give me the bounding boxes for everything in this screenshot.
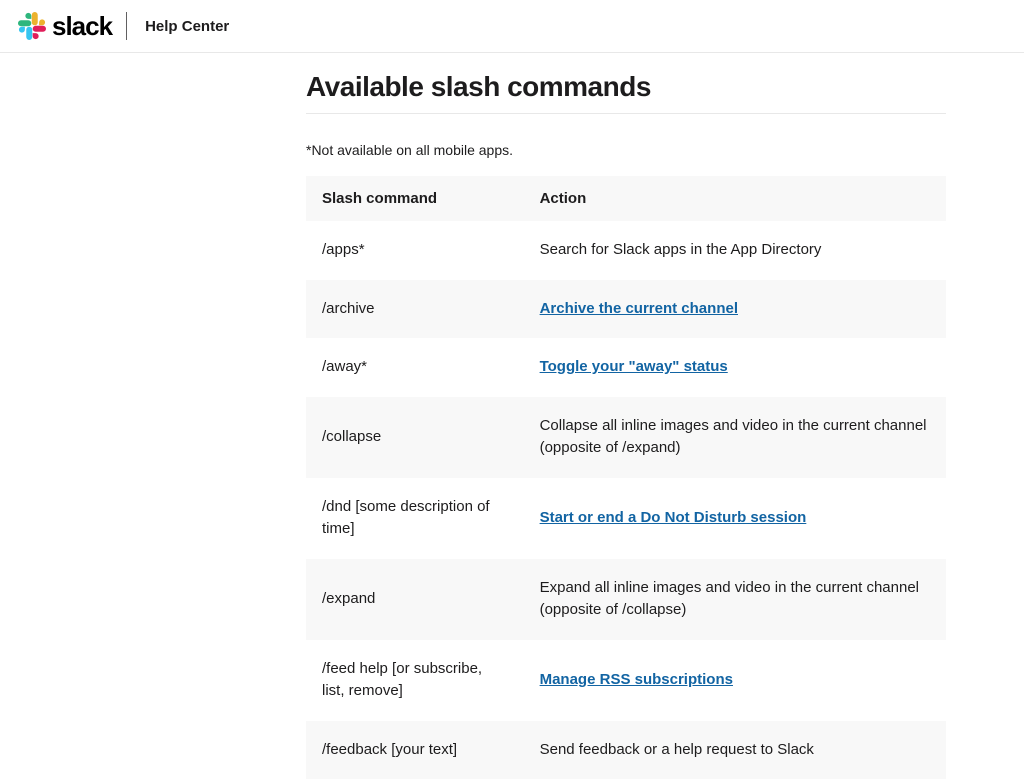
table-row: /feedback [your text]Send feedback or a … <box>306 721 946 779</box>
slack-logo[interactable]: slack <box>18 11 112 42</box>
table-row: /dnd [some description of time] Start or … <box>306 478 946 559</box>
main-content: Available slash commands *Not available … <box>306 53 946 779</box>
action-link[interactable]: Archive the current channel <box>540 300 738 317</box>
table-row: /feed help [or subscribe, list, remove] M… <box>306 640 946 721</box>
table-row: /archive Archive the current channel <box>306 280 946 339</box>
command-cell: /archive <box>306 280 524 339</box>
command-cell: /away* <box>306 338 524 397</box>
table-row: /collapseCollapse all inline images and … <box>306 397 946 478</box>
command-cell: /feed help [or subscribe, list, remove] <box>306 640 524 721</box>
page-title: Available slash commands <box>306 71 946 114</box>
table-row: /apps*Search for Slack apps in the App D… <box>306 221 946 280</box>
slack-logo-icon <box>18 12 46 40</box>
table-row: /away* Toggle your "away" status <box>306 338 946 397</box>
slash-commands-table: Slash command Action /apps*Search for Sl… <box>306 176 946 779</box>
brand-text: slack <box>52 11 112 42</box>
action-cell: Send feedback or a help request to Slack <box>524 721 946 779</box>
help-center-link[interactable]: Help Center <box>145 18 229 35</box>
availability-note: *Not available on all mobile apps. <box>306 142 946 158</box>
table-row: /expandExpand all inline images and vide… <box>306 559 946 640</box>
command-cell: /expand <box>306 559 524 640</box>
action-cell: Manage RSS subscriptions <box>524 640 946 721</box>
action-cell: Start or end a Do Not Disturb session <box>524 478 946 559</box>
col-header-action: Action <box>524 176 946 221</box>
action-cell: Archive the current channel <box>524 280 946 339</box>
action-cell: Expand all inline images and video in th… <box>524 559 946 640</box>
command-cell: /dnd [some description of time] <box>306 478 524 559</box>
action-cell: Collapse all inline images and video in … <box>524 397 946 478</box>
command-cell: /feedback [your text] <box>306 721 524 779</box>
action-cell: Toggle your "away" status <box>524 338 946 397</box>
action-link[interactable]: Toggle your "away" status <box>540 358 728 375</box>
header-divider <box>126 12 127 40</box>
command-cell: /collapse <box>306 397 524 478</box>
action-link[interactable]: Manage RSS subscriptions <box>540 671 733 688</box>
header-bar: slack Help Center <box>0 0 1024 53</box>
action-cell: Search for Slack apps in the App Directo… <box>524 221 946 280</box>
col-header-command: Slash command <box>306 176 524 221</box>
action-link[interactable]: Start or end a Do Not Disturb session <box>540 509 807 526</box>
command-cell: /apps* <box>306 221 524 280</box>
